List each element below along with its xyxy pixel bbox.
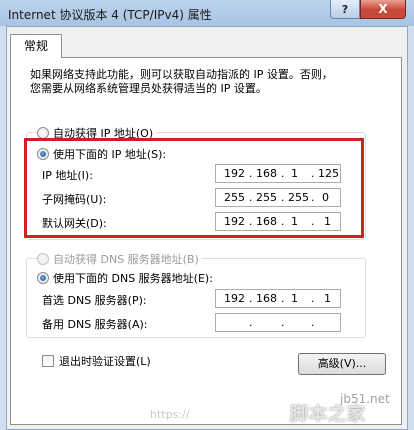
radio-manual-ip-indicator [37, 148, 49, 160]
default-gateway-label: 默认网关(D): [42, 217, 107, 230]
ip-address-input[interactable]: 192 . 168 . 1 . 125 [215, 164, 341, 183]
default-gateway-input[interactable]: 192 . 168 . 1 . 1 [215, 212, 341, 231]
tab-general[interactable]: 常规 [10, 34, 62, 58]
subnet-mask-input[interactable]: 255 . 255 . 255 . 0 [215, 188, 341, 207]
validate-on-exit-checkbox[interactable]: 退出时验证设置(L) [42, 353, 151, 369]
radio-auto-dns[interactable]: 自动获得 DNS 服务器地址(B) [37, 251, 202, 267]
validate-on-exit-checkbox-box [42, 355, 54, 367]
radio-auto-dns-indicator [37, 253, 49, 265]
help-button[interactable]: ? [330, 0, 360, 19]
radio-manual-dns-label: 使用下面的 DNS 服务器地址(E): [53, 272, 213, 285]
watermark-url: https:// [150, 408, 190, 421]
window-title: Internet 协议版本 4 (TCP/IPv4) 属性 [8, 8, 212, 22]
radio-auto-ip-label: 自动获得 IP 地址(O) [53, 127, 154, 140]
radio-manual-ip-label: 使用下面的 IP 地址(S): [53, 148, 167, 161]
advanced-button[interactable]: 高级(V)... [298, 353, 386, 375]
radio-auto-ip[interactable]: 自动获得 IP 地址(O) [37, 125, 157, 141]
title-bar: Internet 协议版本 4 (TCP/IPv4) 属性 ? X [0, 0, 414, 26]
radio-manual-dns-indicator [37, 272, 49, 284]
radio-auto-dns-label: 自动获得 DNS 服务器地址(B) [53, 253, 199, 266]
close-button[interactable]: X [360, 0, 406, 19]
radio-manual-dns[interactable]: 使用下面的 DNS 服务器地址(E): [37, 270, 213, 286]
radio-auto-ip-indicator [37, 127, 49, 139]
subnet-mask-label: 子网掩码(U): [42, 193, 107, 206]
ip-address-label: IP 地址(I): [42, 169, 93, 182]
alternate-dns-label: 备用 DNS 服务器(A): [42, 318, 148, 331]
description-line-1: 如果网络支持此功能，则可以获取自动指派的 IP 设置。否则， [30, 68, 333, 81]
radio-manual-ip[interactable]: 使用下面的 IP 地址(S): [37, 146, 166, 162]
preferred-dns-input[interactable]: 192 . 168 . 1 . 1 [215, 289, 341, 308]
description-line-2: 您需要从网络系统管理员处获得适当的 IP 设置。 [30, 82, 267, 95]
alternate-dns-input[interactable]: . . . [215, 313, 341, 332]
validate-on-exit-label: 退出时验证设置(L) [59, 355, 151, 368]
preferred-dns-label: 首选 DNS 服务器(P): [42, 294, 147, 307]
description-text: 如果网络支持此功能，则可以获取自动指派的 IP 设置。否则， 您需要从网络系统管… [30, 68, 395, 96]
watermark-site: jb51.net [340, 392, 390, 406]
